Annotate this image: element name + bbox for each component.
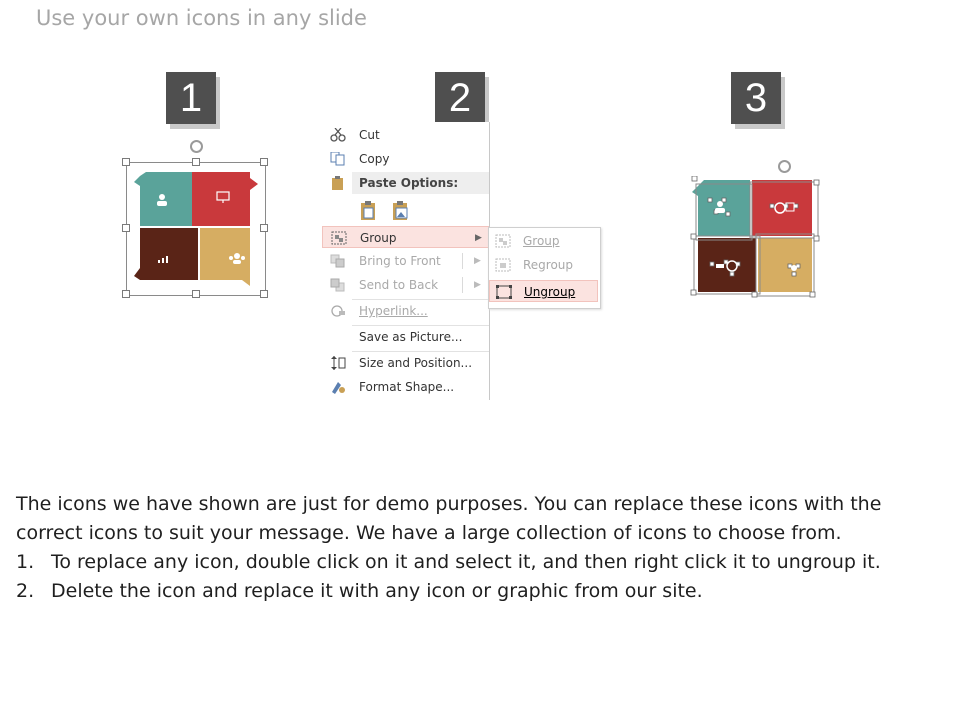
submenu-arrow-icon: ▶ — [475, 233, 482, 243]
paste-picture-icon[interactable] — [390, 200, 412, 222]
resize-handle[interactable] — [260, 290, 268, 298]
submenu-item-regroup[interactable]: Regroup — [489, 254, 598, 276]
submenu-arrow-icon: ▶ — [474, 256, 481, 266]
menu-item-label: Format Shape... — [359, 380, 455, 394]
menu-item-bring-to-front[interactable]: Bring to Front ▶ — [322, 250, 489, 272]
size-position-icon — [331, 356, 346, 370]
group-submenu: Group Regroup Ungroup — [488, 227, 601, 309]
menu-item-save-as-picture[interactable]: Save as Picture... — [322, 326, 489, 348]
list-number: 1. — [16, 551, 35, 573]
step-badge-3: 3 — [731, 72, 781, 124]
menu-item-label: Size and Position... — [359, 356, 473, 370]
list-text: To replace any icon, double click on it … — [51, 551, 881, 573]
menu-item-label: Send to Back — [359, 278, 439, 292]
menu-item-label: Copy — [359, 152, 390, 166]
bring-to-front-icon — [330, 254, 345, 268]
submenu-item-label: Regroup — [523, 258, 574, 272]
submenu-item-ungroup[interactable]: Ungroup — [489, 280, 598, 302]
context-menu: Cut Copy Paste Options: Group ▶ Bring to… — [322, 122, 490, 400]
menu-item-label: Hyperlink... — [359, 304, 428, 318]
menu-item-label: Bring to Front — [359, 254, 441, 268]
list-item: 2. Delete the icon and replace it with a… — [16, 577, 936, 606]
menu-item-group[interactable]: Group ▶ — [322, 226, 489, 248]
list-item: 1. To replace any icon, double click on … — [16, 548, 936, 577]
step-badge-2: 2 — [435, 72, 485, 124]
instructions: The icons we have shown are just for dem… — [16, 490, 936, 606]
menu-item-send-to-back[interactable]: Send to Back ▶ — [322, 274, 489, 296]
paste-keep-formatting-icon[interactable] — [358, 200, 380, 222]
list-number: 2. — [16, 580, 35, 602]
resize-handle[interactable] — [122, 158, 130, 166]
submenu-item-label: Group — [523, 234, 560, 248]
menu-item-hyperlink[interactable]: Hyperlink... — [322, 300, 489, 322]
quad-puzzle-1[interactable] — [134, 172, 258, 286]
menu-item-cut[interactable]: Cut — [322, 124, 489, 146]
clipboard-icon — [332, 176, 343, 190]
menu-item-size-and-position[interactable]: Size and Position... — [322, 352, 489, 374]
menu-item-paste-options: Paste Options: — [352, 172, 489, 194]
step-badge-1: 1 — [166, 72, 216, 124]
scissors-icon — [330, 128, 346, 142]
menu-item-label: Group — [360, 231, 397, 245]
list-text: Delete the icon and replace it with any … — [51, 580, 703, 602]
quad-puzzle-3[interactable] — [690, 176, 820, 300]
menu-item-format-shape[interactable]: Format Shape... — [322, 376, 489, 398]
link-icon — [331, 305, 345, 317]
rotate-handle-icon[interactable] — [190, 140, 203, 153]
submenu-arrow-icon: ▶ — [474, 280, 481, 290]
slide-title: Use your own icons in any slide — [36, 6, 367, 30]
format-shape-icon — [332, 382, 345, 394]
regroup-icon — [495, 258, 511, 272]
rotate-handle-icon[interactable] — [778, 160, 791, 173]
send-to-back-icon — [330, 278, 345, 292]
ungroup-icon — [496, 285, 512, 299]
submenu-item-group[interactable]: Group — [489, 230, 598, 252]
resize-handle[interactable] — [192, 290, 200, 298]
resize-handle[interactable] — [260, 224, 268, 232]
resize-handle[interactable] — [122, 290, 130, 298]
resize-handle[interactable] — [260, 158, 268, 166]
submenu-item-label: Ungroup — [524, 285, 576, 299]
group-icon — [495, 234, 511, 248]
intro-paragraph: The icons we have shown are just for dem… — [16, 493, 882, 544]
menu-item-copy[interactable]: Copy — [322, 148, 489, 170]
resize-handle[interactable] — [192, 158, 200, 166]
menu-item-label: Paste Options: — [359, 176, 459, 190]
group-icon — [331, 231, 347, 245]
copy-icon — [330, 152, 345, 166]
menu-item-label: Cut — [359, 128, 380, 142]
resize-handle[interactable] — [122, 224, 130, 232]
menu-item-label: Save as Picture... — [359, 330, 463, 344]
